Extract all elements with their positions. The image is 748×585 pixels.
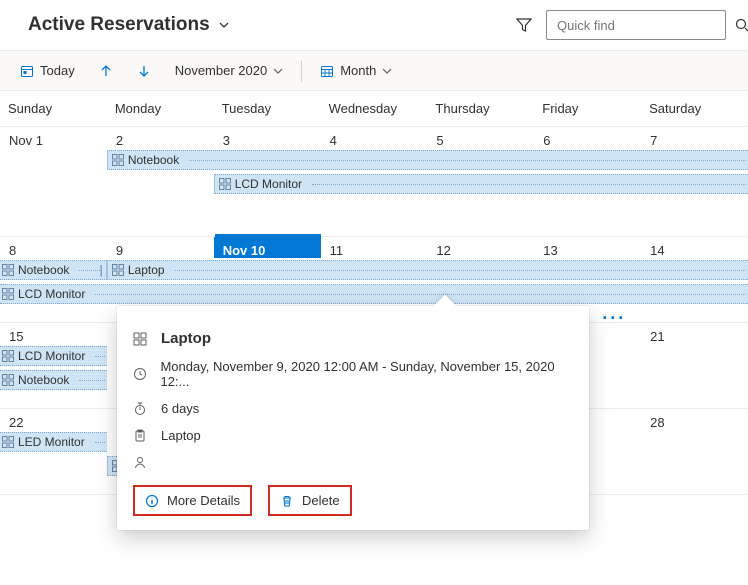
week-row: Nov 1234567 Notebook LCD Monitor	[0, 127, 748, 237]
popover-person-row	[133, 449, 573, 475]
date-cell[interactable]: 3	[214, 127, 321, 148]
day-header-cell: Saturday	[641, 91, 748, 126]
event-bar[interactable]: LCD Monitor	[214, 174, 748, 194]
person-icon	[133, 455, 149, 469]
arrow-up-icon	[99, 64, 113, 78]
view-selector[interactable]: Active Reservations	[28, 14, 230, 36]
search-input[interactable]	[555, 17, 735, 34]
search-box[interactable]	[546, 10, 726, 40]
date-cell[interactable]: Nov 1	[0, 127, 107, 148]
clock-icon	[133, 367, 148, 381]
popover-duration: 6 days	[161, 401, 199, 416]
view-mode-picker[interactable]: Month	[314, 59, 398, 82]
today-label: Today	[40, 63, 75, 78]
day-header-cell: Tuesday	[214, 91, 321, 126]
day-header-cell: Thursday	[427, 91, 534, 126]
event-bar[interactable]: Notebook	[0, 370, 107, 390]
month-picker[interactable]: November 2020	[169, 59, 290, 82]
date-cell[interactable]: 21	[641, 323, 748, 344]
next-button[interactable]	[131, 60, 157, 82]
event-popover: Laptop Monday, November 9, 2020 12:00 AM…	[117, 306, 589, 530]
date-cell[interactable]: 11	[321, 237, 428, 258]
arrow-down-icon	[137, 64, 151, 78]
event-label: Laptop	[128, 263, 165, 277]
event-label: LED Monitor	[18, 435, 85, 449]
event-bar[interactable]: LED Monitor	[0, 432, 107, 452]
grid-icon	[133, 332, 149, 346]
delete-button[interactable]: Delete	[268, 485, 352, 516]
popover-title: Laptop	[161, 330, 211, 347]
popover-title-row: Laptop	[133, 324, 573, 353]
header-bar: Active Reservations	[0, 0, 748, 51]
date-cell[interactable]: Nov 10	[214, 237, 321, 258]
grid-icon	[2, 350, 14, 362]
event-bar[interactable]: Notebook|	[0, 260, 107, 280]
separator	[301, 60, 302, 82]
grid-icon	[2, 374, 14, 386]
popover-actions: More Details Delete	[133, 475, 573, 516]
day-header-cell: Friday	[534, 91, 641, 126]
search-icon[interactable]	[735, 18, 748, 32]
grid-icon	[112, 264, 124, 276]
day-header-cell: Sunday	[0, 91, 107, 126]
day-header-cell: Monday	[107, 91, 214, 126]
info-icon	[145, 494, 159, 508]
delete-label: Delete	[302, 493, 340, 508]
chevron-down-icon	[382, 66, 392, 76]
date-cell[interactable]: 6	[534, 127, 641, 148]
day-header-cell: Wednesday	[321, 91, 428, 126]
more-details-label: More Details	[167, 493, 240, 508]
grid-icon	[2, 436, 14, 448]
event-label: LCD Monitor	[18, 349, 85, 363]
popover-resource-row: Laptop	[133, 422, 573, 449]
popover-duration-row: 6 days	[133, 395, 573, 422]
today-button[interactable]: Today	[14, 59, 81, 82]
chevron-down-icon	[273, 66, 283, 76]
date-cell[interactable]: 12	[427, 237, 534, 258]
event-label: LCD Monitor	[235, 177, 302, 191]
event-bar[interactable]: LCD Monitor	[0, 346, 107, 366]
clipboard-icon	[133, 429, 149, 443]
event-label: LCD Monitor	[18, 287, 85, 301]
filter-icon[interactable]	[516, 17, 532, 33]
month-label: November 2020	[175, 63, 268, 78]
date-cell[interactable]: 9	[107, 237, 214, 258]
calendar-toolbar: Today November 2020 Month	[0, 51, 748, 91]
date-cell[interactable]: 2	[107, 127, 214, 148]
event-label: Notebook	[18, 263, 69, 277]
popover-resource: Laptop	[161, 428, 201, 443]
more-details-button[interactable]: More Details	[133, 485, 252, 516]
event-label: Notebook	[18, 373, 69, 387]
date-cell[interactable]: 4	[321, 127, 428, 148]
stopwatch-icon	[133, 402, 149, 416]
date-cell[interactable]: 8	[0, 237, 107, 258]
grid-icon	[112, 154, 124, 166]
event-bar[interactable]: Notebook	[107, 150, 748, 170]
calendar-grid-icon	[320, 64, 334, 78]
event-bar[interactable]: LCD Monitor	[0, 284, 748, 304]
date-cell[interactable]: 7	[641, 127, 748, 148]
grid-icon	[2, 264, 14, 276]
date-cell[interactable]: 13	[534, 237, 641, 258]
day-header: SundayMondayTuesdayWednesdayThursdayFrid…	[0, 91, 748, 127]
grid-icon	[2, 288, 14, 300]
calendar-icon	[20, 64, 34, 78]
popover-time: Monday, November 9, 2020 12:00 AM - Sund…	[160, 359, 573, 389]
grid-icon	[219, 178, 231, 190]
event-bar[interactable]: Laptop	[107, 260, 748, 280]
chevron-down-icon	[218, 19, 230, 31]
date-cell[interactable]: 15	[0, 323, 107, 344]
view-title-text: Active Reservations	[28, 14, 210, 36]
trash-icon	[280, 494, 294, 508]
date-cell[interactable]: 28	[641, 409, 748, 430]
prev-button[interactable]	[93, 60, 119, 82]
date-cell[interactable]: 14	[641, 237, 748, 258]
view-mode-label: Month	[340, 63, 376, 78]
event-label: Notebook	[128, 153, 179, 167]
popover-time-row: Monday, November 9, 2020 12:00 AM - Sund…	[133, 353, 573, 395]
date-cell[interactable]: 22	[0, 409, 107, 430]
date-cell[interactable]: 5	[427, 127, 534, 148]
